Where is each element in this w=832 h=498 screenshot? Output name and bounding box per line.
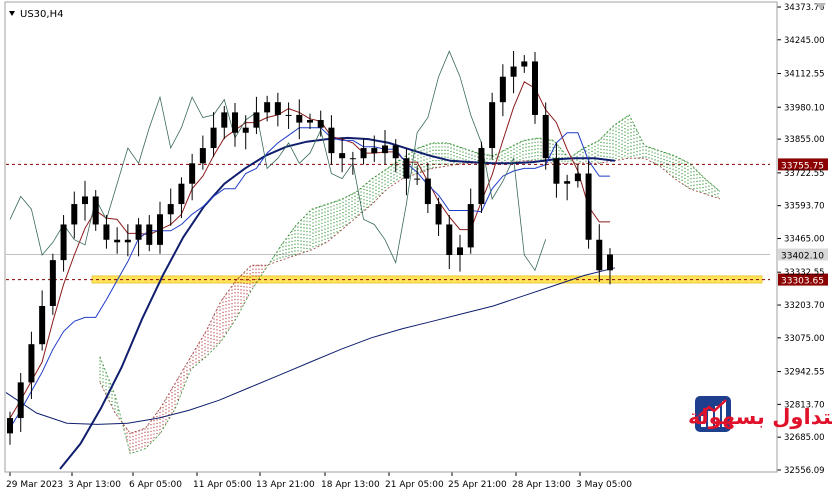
candle-bear (596, 239, 603, 271)
x-tick-label: 29 Mar 2023 (6, 480, 63, 490)
candle-bull (242, 127, 249, 133)
candle-bear (585, 173, 592, 240)
candle-bull (574, 173, 581, 182)
candle-bull (478, 148, 485, 205)
y-tick-label: 32685.00 (784, 433, 825, 443)
candle-bear (424, 178, 431, 205)
candle-bull (382, 145, 388, 154)
candle-bear (371, 148, 378, 154)
y-tick-label: 32942.55 (784, 368, 825, 378)
watermark-text: التداول بسهولة (688, 405, 832, 429)
candle-bull (82, 196, 88, 205)
candle-bull (307, 120, 313, 123)
candle-bull (414, 178, 421, 180)
candle-bull (7, 418, 13, 434)
y-tick-label: 34112.55 (784, 70, 825, 80)
x-tick-label: 18 Apr 13:00 (321, 480, 380, 490)
x-tick-label: 21 Apr 05:00 (385, 480, 444, 490)
x-tick-label: 3 May 05:00 (576, 480, 632, 490)
candle-bull (28, 344, 35, 383)
candle-bear (446, 224, 453, 256)
chart[interactable]: 33755.75 33402.10 33303.65 34373.70 34245.0… (0, 0, 832, 494)
symbol-label[interactable]: US30,H4 (20, 9, 63, 20)
candle-bear (435, 204, 442, 225)
candle-bull (253, 112, 260, 128)
y-tick-label: 33332.55 (784, 268, 825, 278)
candle-bear (146, 224, 153, 245)
candle-bear (296, 114, 303, 123)
price-tag-label: 33402.10 (781, 251, 824, 261)
candle-bull (489, 102, 496, 149)
y-tick-label: 32556.09 (784, 466, 825, 476)
candle-bull (285, 114, 292, 116)
x-tick-label: 25 Apr 21:00 (448, 480, 507, 490)
candle-bull (499, 76, 506, 103)
candle-bear (232, 112, 238, 133)
y-tick-label: 33465.00 (784, 234, 825, 244)
candle-bull (467, 204, 474, 248)
candle-bull (124, 239, 131, 243)
candle-bull (360, 148, 367, 159)
candle-bull (60, 224, 67, 261)
candle-bull (199, 148, 206, 164)
candle-bear (317, 120, 324, 128)
candle-bull (39, 305, 46, 345)
candle-bear (92, 196, 99, 225)
candle-bull (157, 214, 163, 245)
candle-bull (178, 183, 185, 205)
candle-bull (135, 224, 142, 240)
candle-bull (521, 61, 528, 67)
candle-bull (167, 204, 174, 215)
y-tick-label: 33075.00 (784, 334, 825, 344)
price-tag-current: 33402.10 (778, 248, 828, 261)
y-tick-label: 33593.70 (784, 202, 825, 212)
x-tick-label: 13 Apr 21:00 (256, 480, 315, 490)
candle-bull (564, 181, 571, 184)
candle-bull (221, 112, 228, 128)
candle-bull (607, 254, 613, 271)
candle-bull (210, 127, 217, 149)
candle-bear (274, 102, 281, 115)
y-tick-label: 33203.70 (784, 301, 825, 311)
candle-bear (403, 158, 410, 179)
candle-bear (103, 224, 110, 240)
candle-bear (532, 61, 538, 115)
candle-bull (189, 163, 196, 184)
candle-bear (114, 239, 121, 243)
candle-bull (457, 247, 463, 256)
candle-bear (339, 153, 346, 159)
candle-bear (542, 114, 549, 159)
y-tick-label: 33722.55 (784, 169, 825, 179)
candle-bull (510, 66, 517, 77)
candle-bear (392, 145, 399, 159)
x-tick-label: 28 Apr 13:00 (512, 480, 571, 490)
candle-bull (264, 102, 271, 113)
candle-bull (349, 158, 356, 160)
y-tick-label: 33855.00 (784, 135, 825, 145)
scroll-end-icon[interactable] (816, 3, 826, 11)
x-tick-label: 3 Apr 13:00 (68, 480, 121, 490)
candle-bull (49, 260, 56, 306)
y-tick-label: 33980.10 (784, 103, 825, 113)
candle-bear (328, 127, 335, 154)
candle-bear (553, 158, 560, 184)
x-tick-label: 11 Apr 05:00 (193, 480, 252, 490)
x-tick-label: 6 Apr 05:00 (129, 480, 182, 490)
candle-bull (71, 204, 78, 225)
candle-bull (17, 382, 24, 419)
y-tick-label: 34245.00 (784, 36, 825, 46)
